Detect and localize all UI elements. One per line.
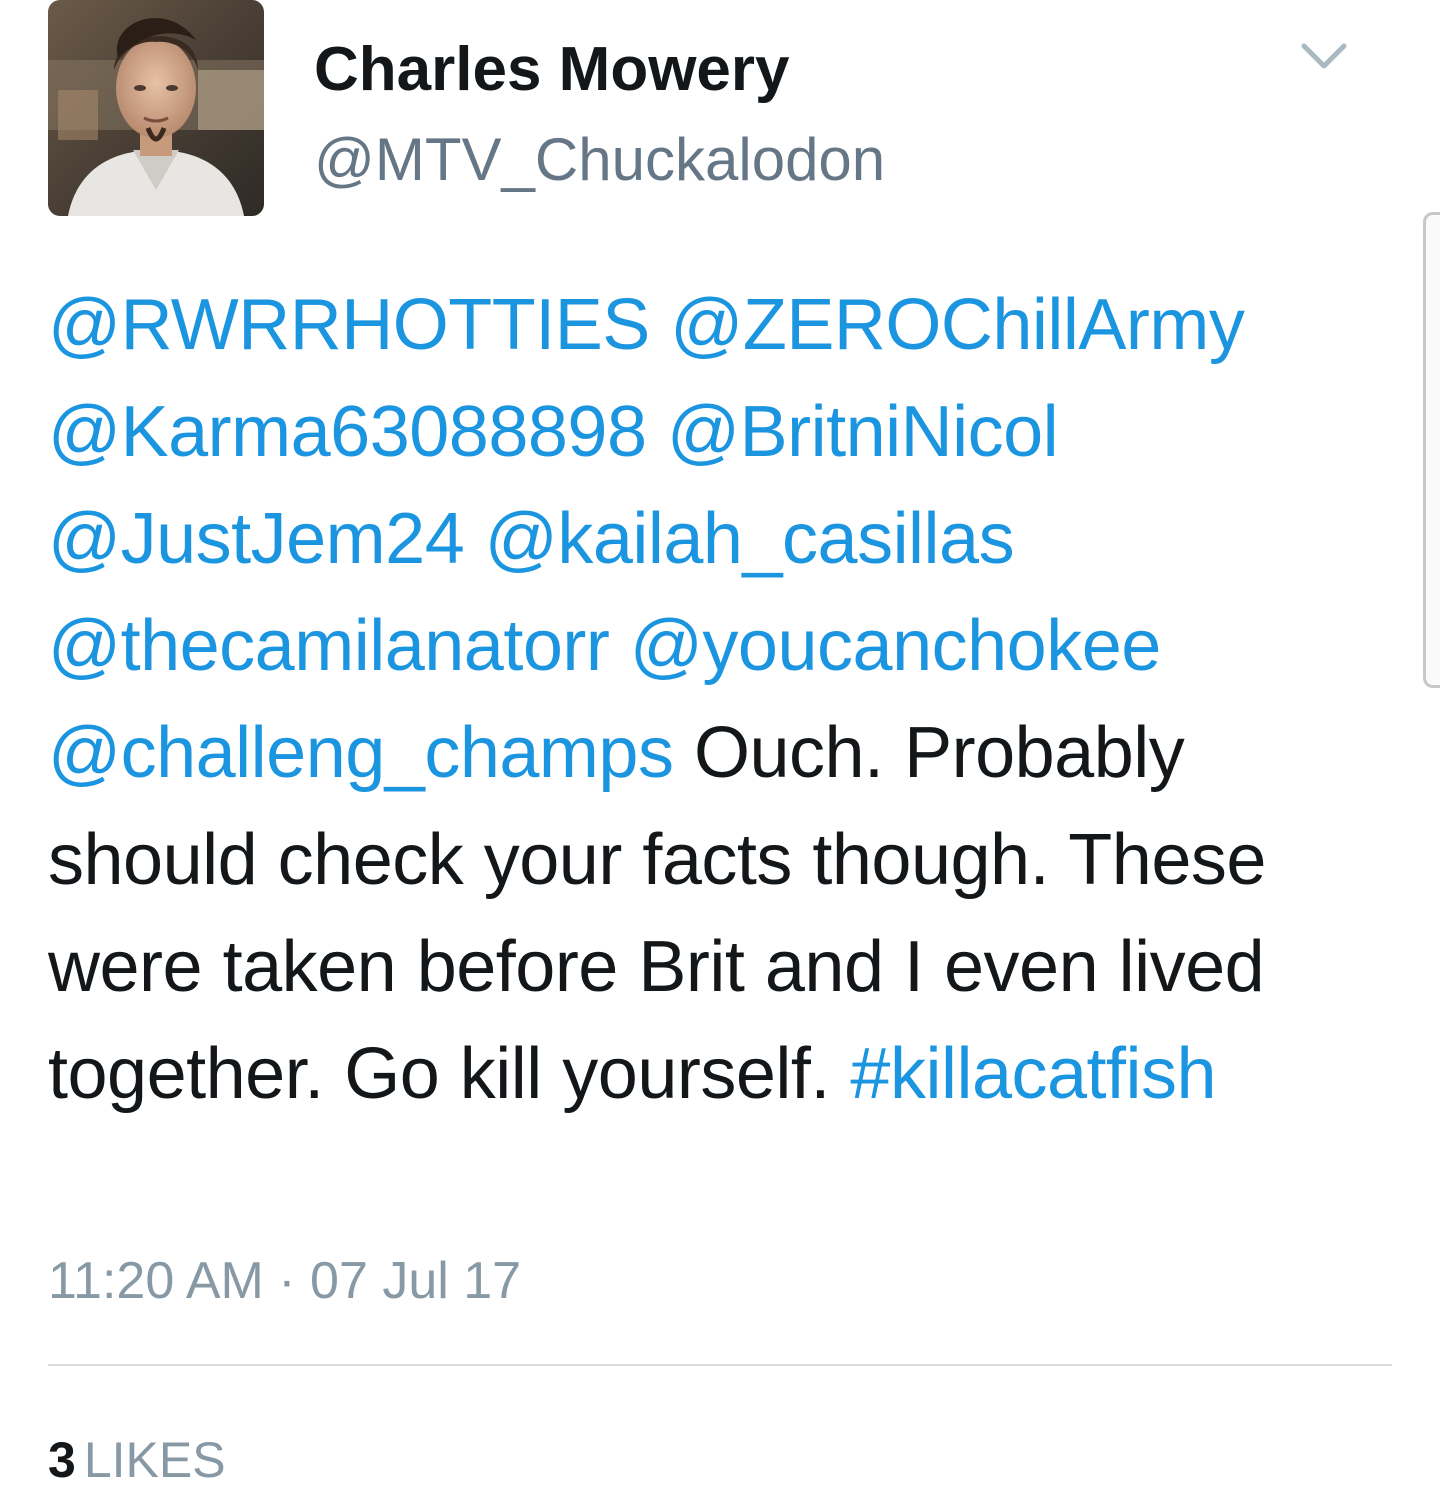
chevron-down-icon[interactable] xyxy=(1298,36,1350,76)
tweet-timestamp: 11:20 AM · 07 Jul 17 xyxy=(48,1252,522,1310)
mention-link[interactable]: @Karma63088898 xyxy=(48,392,647,472)
author-handle[interactable]: @MTV_Chuckalodon xyxy=(314,122,885,198)
likes-stat[interactable]: 3 LIKES xyxy=(48,1428,226,1492)
likes-count: 3 xyxy=(48,1432,76,1488)
mention-link[interactable]: @youcanchokee xyxy=(630,606,1161,686)
mention-link[interactable]: @thecamilanatorr xyxy=(48,606,610,686)
divider xyxy=(48,1364,1392,1366)
mention-link[interactable]: @JustJem24 xyxy=(48,499,465,579)
mention-link[interactable]: @ZEROChillArmy xyxy=(670,285,1245,365)
avatar[interactable] xyxy=(48,0,264,216)
hashtag-link[interactable]: #killacatfish xyxy=(850,1034,1216,1114)
mention-link[interactable]: @BritniNicol xyxy=(667,392,1059,472)
tweet-text: @RWRRHOTTIES @ZEROChillArmy @Karma630888… xyxy=(48,272,1378,1128)
mention-link[interactable]: @RWRRHOTTIES xyxy=(48,285,650,365)
likes-label: LIKES xyxy=(83,1432,226,1488)
mention-link[interactable]: @kailah_casillas xyxy=(485,499,1015,579)
author-name[interactable]: Charles Mowery xyxy=(314,30,790,110)
scrollbar-handle[interactable] xyxy=(1423,212,1440,688)
tweet-detail: Charles Mowery @MTV_Chuckalodon @RWRRHOT… xyxy=(0,0,1440,1496)
profile-photo-image xyxy=(48,0,264,216)
mention-link[interactable]: @challeng_champs xyxy=(48,713,674,793)
